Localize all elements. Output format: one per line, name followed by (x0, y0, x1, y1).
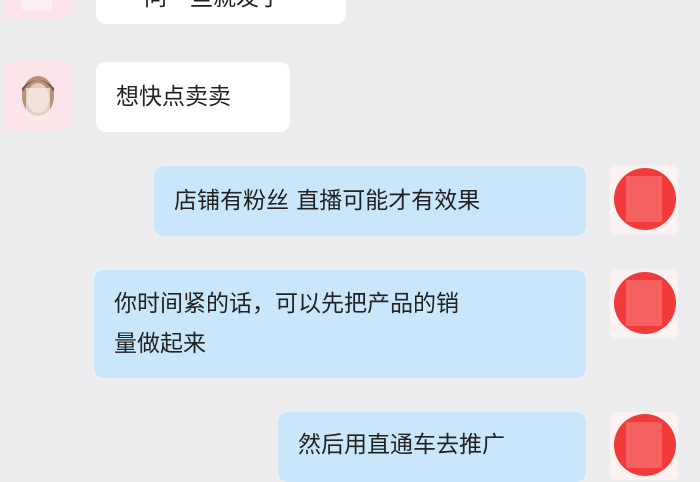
self-avatar[interactable] (610, 166, 678, 234)
avatar-blur-mosaic (626, 422, 662, 468)
message-bubble-incoming[interactable]: 问一些就发了 (96, 0, 346, 24)
self-avatar[interactable] (610, 270, 678, 338)
message-bubble-outgoing[interactable]: 然后用直通车去推广 (278, 412, 586, 482)
avatar-blur-mosaic (22, 0, 52, 10)
avatar-blur-mosaic (26, 88, 50, 122)
message-bubble-outgoing[interactable]: 店铺有粉丝 直播可能才有效果 (154, 166, 586, 236)
contact-avatar[interactable] (4, 0, 72, 18)
message-bubble-outgoing[interactable]: 你时间紧的话，可以先把产品的销 量做起来 (94, 270, 586, 378)
message-text: 想快点卖卖 (116, 84, 231, 110)
avatar-blur-mosaic (626, 280, 662, 326)
message-text: 然后用直通车去推广 (298, 432, 505, 458)
contact-avatar[interactable] (4, 62, 72, 130)
avatar-blur-mosaic (626, 176, 662, 222)
message-text-line: 你时间紧的话，可以先把产品的销 (114, 291, 459, 317)
message-text: 问一些就发了 (144, 0, 282, 11)
message-text: 店铺有粉丝 直播可能才有效果 (174, 188, 481, 214)
message-bubble-incoming[interactable]: 想快点卖卖 (96, 62, 290, 132)
message-text-line: 量做起来 (114, 331, 206, 357)
